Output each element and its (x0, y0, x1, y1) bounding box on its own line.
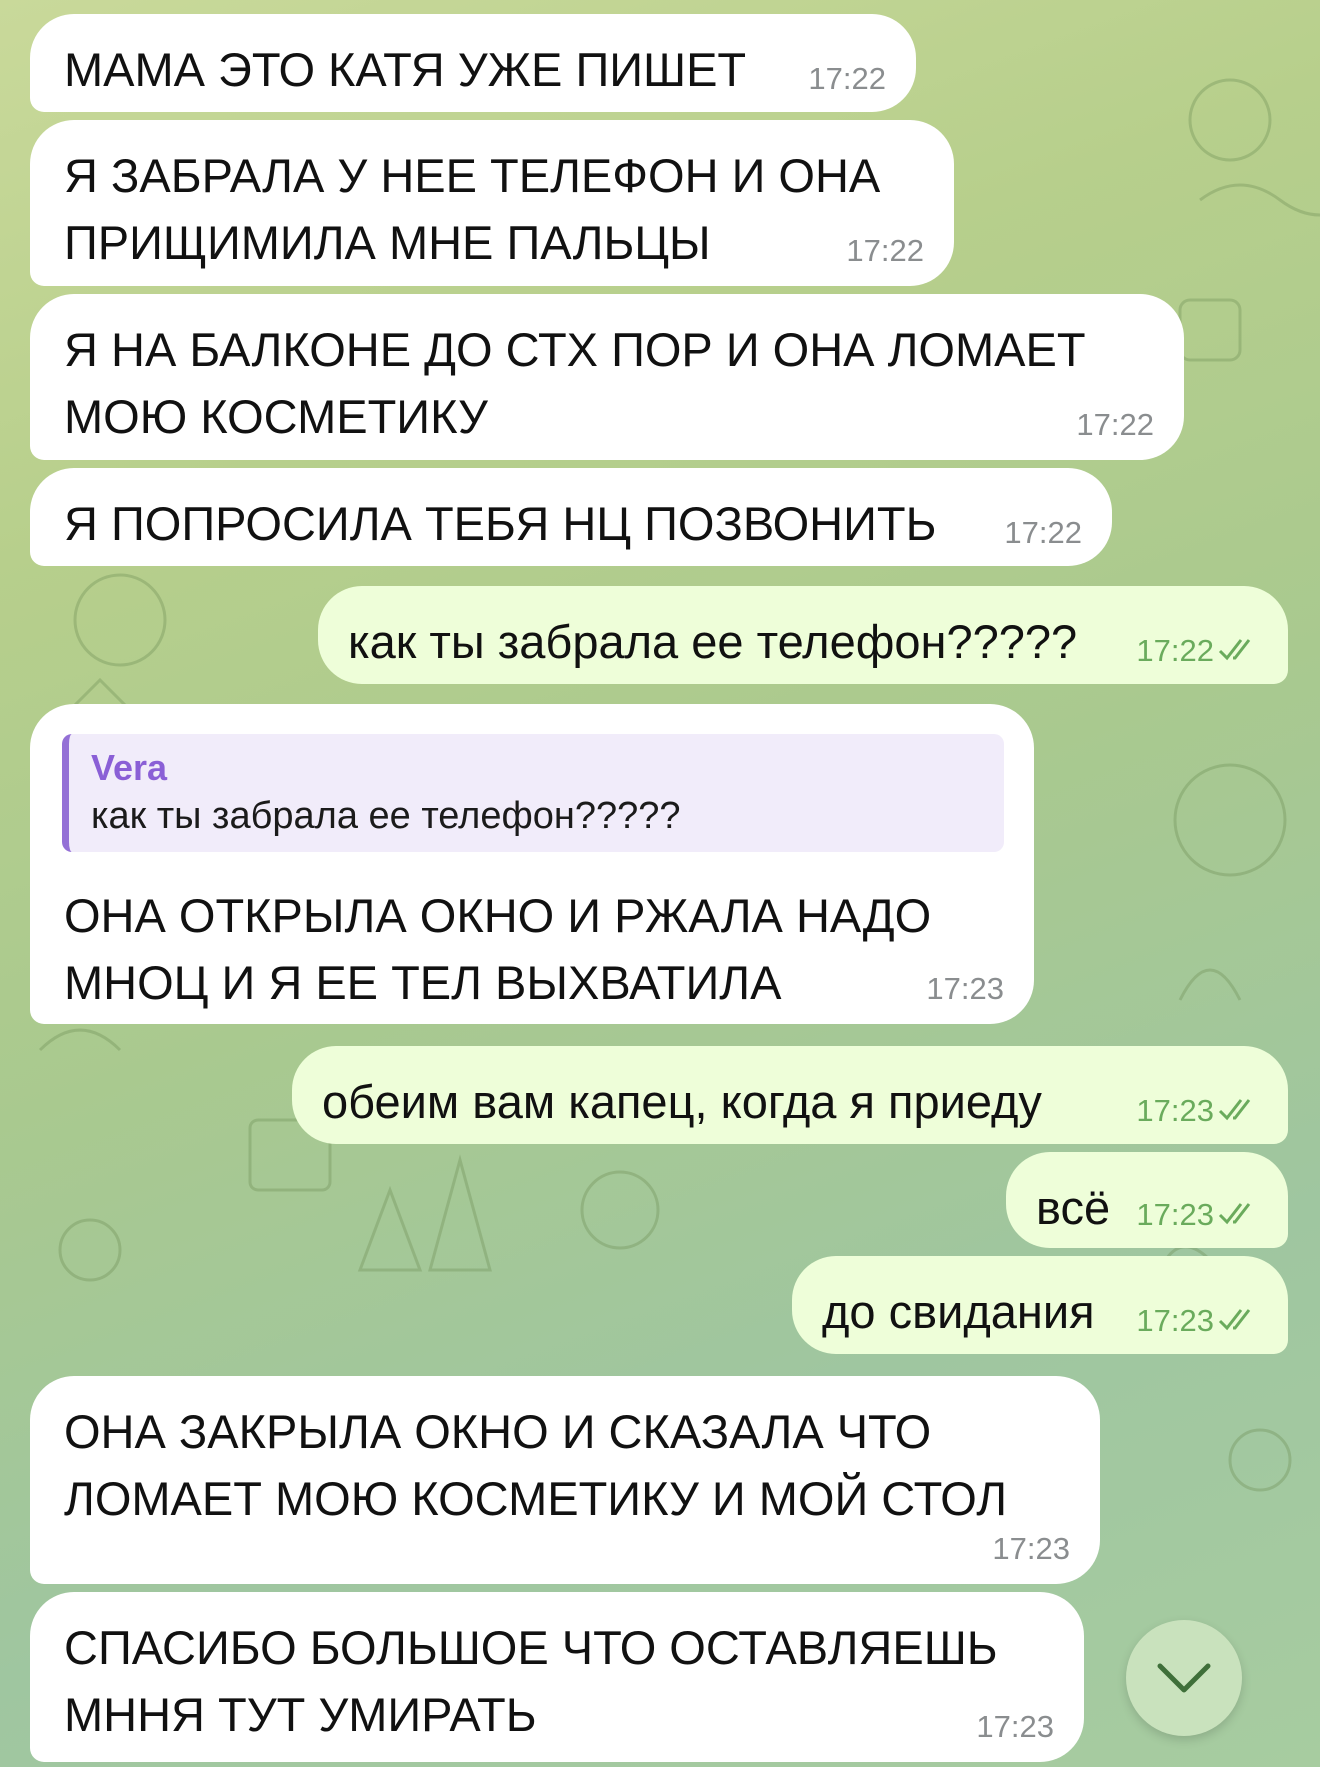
message-text: СПАСИБО БОЛЬШОЕ ЧТО ОСТАВЛЯЕШЬ МННЯ ТУТ … (64, 1621, 998, 1741)
reply-author: Vera (91, 747, 168, 788)
reply-quote[interactable]: Vera как ты забрала ее телефон????? (62, 734, 1004, 852)
message-time: 17:23 (992, 1531, 1070, 1566)
chevron-down-icon (1157, 1663, 1211, 1693)
message-time: 17:22 (1136, 633, 1214, 668)
message-incoming[interactable]: ОНА ЗАКРЫЛА ОКНО И СКАЗАЛА ЧТО ЛОМАЕТ МО… (30, 1376, 1100, 1584)
double-check-icon (1218, 1309, 1251, 1331)
message-text: Я ПОПРОСИЛА ТЕБЯ НЦ ПОЗВОНИТЬ (64, 497, 937, 550)
message-incoming[interactable]: Я НА БАЛКОНЕ ДО СТХ ПОР И ОНА ЛОМАЕТ МОЮ… (30, 294, 1184, 460)
double-check-icon (1218, 1203, 1251, 1225)
message-outgoing[interactable]: до свидания 17:23 (792, 1256, 1288, 1354)
message-meta: 17:23 (1136, 1304, 1258, 1338)
scroll-to-bottom-button[interactable] (1126, 1620, 1242, 1736)
reply-text: как ты забрала ее телефон????? (91, 795, 681, 837)
message-text: ОНА ОТКРЫЛА ОКНО И РЖАЛА НАДО МНОЦ И Я Е… (64, 889, 932, 1009)
message-time: 17:22 (808, 61, 886, 96)
message-meta: 17:23 (1136, 1094, 1258, 1128)
message-list[interactable]: МАМА ЭТО КАТЯ УЖЕ ПИШЕТ 17:22 Я ЗАБРАЛА … (0, 0, 1320, 1767)
message-incoming[interactable]: Я ПОПРОСИЛА ТЕБЯ НЦ ПОЗВОНИТЬ 17:22 (30, 468, 1112, 566)
message-incoming[interactable]: Я ЗАБРАЛА У НЕЕ ТЕЛЕФОН И ОНА ПРИЩИМИЛА … (30, 120, 954, 286)
double-check-icon (1218, 1099, 1251, 1121)
message-outgoing[interactable]: всё 17:23 (1006, 1152, 1288, 1248)
message-text: МАМА ЭТО КАТЯ УЖЕ ПИШЕТ (64, 43, 747, 96)
message-incoming[interactable]: МАМА ЭТО КАТЯ УЖЕ ПИШЕТ 17:22 (30, 14, 916, 112)
message-text: как ты забрала ее телефон????? (348, 615, 1078, 668)
message-meta: 17:23 (1136, 1198, 1258, 1232)
message-time: 17:23 (1136, 1303, 1214, 1338)
message-time: 17:22 (1076, 407, 1154, 442)
message-time: 17:22 (846, 233, 924, 268)
message-meta: 17:22 (1136, 634, 1258, 668)
message-text: Я НА БАЛКОНЕ ДО СТХ ПОР И ОНА ЛОМАЕТ МОЮ… (64, 323, 1086, 443)
double-check-icon (1218, 639, 1251, 661)
message-time: 17:23 (1136, 1197, 1214, 1232)
message-outgoing[interactable]: обеим вам капец, когда я приеду 17:23 (292, 1046, 1288, 1144)
message-text: ОНА ЗАКРЫЛА ОКНО И СКАЗАЛА ЧТО ЛОМАЕТ МО… (64, 1405, 1008, 1525)
message-incoming[interactable]: СПАСИБО БОЛЬШОЕ ЧТО ОСТАВЛЯЕШЬ МННЯ ТУТ … (30, 1592, 1084, 1762)
message-time: 17:22 (1004, 515, 1082, 550)
message-time: 17:23 (1136, 1093, 1214, 1128)
message-time: 17:23 (926, 971, 1004, 1006)
message-outgoing[interactable]: как ты забрала ее телефон????? 17:22 (318, 586, 1288, 684)
message-text: обеим вам капец, когда я приеду (322, 1075, 1042, 1128)
message-time: 17:23 (976, 1709, 1054, 1744)
message-text: Я ЗАБРАЛА У НЕЕ ТЕЛЕФОН И ОНА ПРИЩИМИЛА … (64, 149, 881, 269)
message-incoming-reply[interactable]: Vera как ты забрала ее телефон????? ОНА … (30, 704, 1034, 1024)
